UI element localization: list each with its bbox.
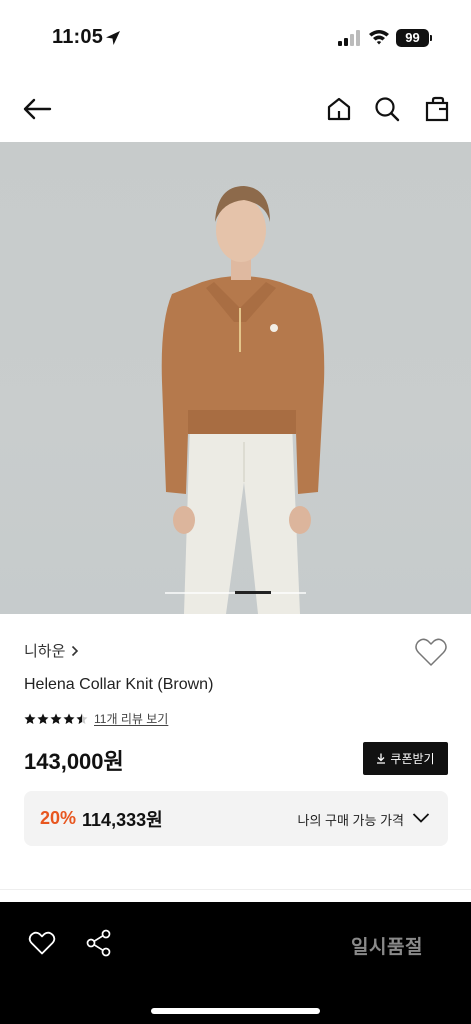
discount-price: 114,333원 xyxy=(82,809,163,830)
cart-button[interactable] xyxy=(422,92,452,126)
cellular-signal-icon xyxy=(338,30,360,46)
battery-indicator: 99 xyxy=(396,29,432,47)
product-image-carousel[interactable] xyxy=(0,142,471,614)
search-button[interactable] xyxy=(372,92,402,126)
review-link[interactable]: 11개 리뷰 보기 xyxy=(94,710,168,727)
download-icon xyxy=(377,753,386,764)
battery-level: 99 xyxy=(396,29,429,47)
star-half-icon xyxy=(76,713,88,724)
search-icon xyxy=(375,97,400,122)
carousel-pager-active xyxy=(235,591,271,594)
coupon-label: 쿠폰받기 xyxy=(390,752,435,766)
chevron-right-icon xyxy=(72,645,79,656)
nav-bar xyxy=(0,76,471,142)
coupon-download-button[interactable]: 쿠폰받기 xyxy=(363,742,448,775)
status-bar: 11:05 99 xyxy=(0,0,471,76)
shopping-bag-icon xyxy=(425,96,449,122)
rating-row: 11개 리뷰 보기 xyxy=(24,710,168,727)
battery-tip xyxy=(430,35,432,41)
rating-stars xyxy=(24,713,88,725)
back-button[interactable] xyxy=(20,92,54,126)
location-arrow-icon xyxy=(106,31,120,45)
product-photo xyxy=(161,186,325,614)
chevron-down-icon xyxy=(412,813,430,823)
star-full-icon xyxy=(24,713,36,724)
heart-icon xyxy=(415,638,447,666)
bottom-wishlist-button[interactable] xyxy=(28,930,56,956)
arrow-left-icon xyxy=(23,98,52,120)
wifi-icon xyxy=(369,30,389,45)
home-icon xyxy=(327,97,351,121)
my-price-label: 나의 구매 가능 가격 xyxy=(297,813,404,828)
soldout-status: 일시품절 xyxy=(351,937,423,958)
bottom-action-bar: 일시품절 xyxy=(0,902,471,1024)
share-button[interactable] xyxy=(86,929,112,957)
my-price-dropdown[interactable]: 20% 114,333원 나의 구매 가능 가격 xyxy=(24,791,448,846)
discount-rate: 20% xyxy=(40,808,77,828)
product-price: 143,000원 xyxy=(24,749,124,774)
home-button[interactable] xyxy=(324,92,354,126)
home-indicator[interactable] xyxy=(151,1008,320,1014)
carousel-pager xyxy=(165,591,306,594)
heart-icon xyxy=(28,931,56,955)
product-name: Helena Collar Knit (Brown) xyxy=(24,676,214,693)
star-full-icon xyxy=(50,713,62,724)
section-divider xyxy=(0,889,471,890)
brand-name: 니하운 xyxy=(24,643,66,660)
share-icon xyxy=(86,929,111,957)
star-full-icon xyxy=(63,713,75,724)
brand-link[interactable]: 니하운 xyxy=(24,640,79,661)
wishlist-button[interactable] xyxy=(414,636,448,668)
status-time: 11:05 xyxy=(52,26,104,48)
star-full-icon xyxy=(37,713,49,724)
